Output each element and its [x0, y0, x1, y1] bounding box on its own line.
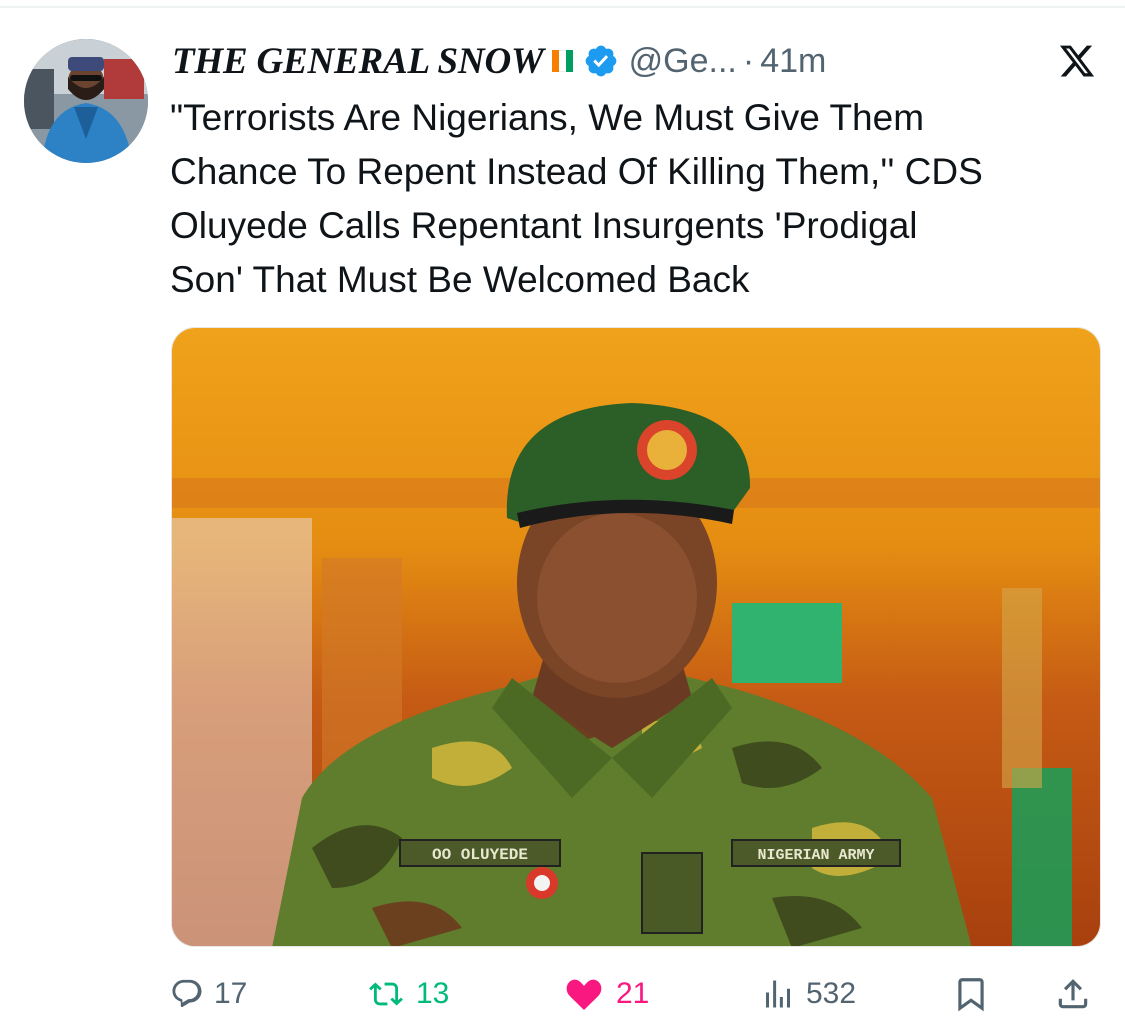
x-logo-icon[interactable]: [1056, 42, 1098, 80]
share-button[interactable]: [1054, 968, 1092, 1020]
repost-icon: [369, 982, 403, 1006]
verified-badge-icon: [585, 45, 617, 77]
ivory-coast-flag-icon: [551, 50, 573, 72]
separator-dot: ·: [742, 41, 755, 80]
action-bar: 17 13 21 532: [170, 968, 1100, 1020]
reply-count: 17: [214, 977, 248, 1010]
post-text: "Terrorists Are Nigerians, We Must Give …: [170, 97, 983, 300]
like-count: 21: [616, 977, 650, 1010]
repost-count: 13: [416, 977, 450, 1010]
bookmark-button[interactable]: [952, 968, 990, 1020]
bookmark-icon: [958, 978, 984, 1012]
views-icon: [766, 980, 790, 1008]
post-image[interactable]: OO OLUYEDE NIGERIAN ARMY: [171, 327, 1101, 947]
reply-button[interactable]: 17: [170, 968, 247, 1020]
post-timestamp[interactable]: 41m: [760, 42, 826, 81]
like-button[interactable]: 21: [562, 968, 649, 1020]
user-handle[interactable]: @Ge...: [629, 42, 737, 81]
post-header: THE GENERAL SNOW @Ge... · 41m: [172, 36, 826, 86]
share-icon: [1058, 979, 1088, 1009]
top-divider: [0, 6, 1125, 8]
name-tape: OO OLUYEDE: [432, 846, 528, 864]
branch-tape: NIGERIAN ARMY: [757, 847, 874, 864]
view-count: 532: [806, 977, 857, 1010]
display-name[interactable]: THE GENERAL SNOW: [172, 40, 544, 83]
repost-button[interactable]: 13: [366, 968, 449, 1020]
reply-icon: [172, 979, 202, 1008]
heart-icon: [566, 979, 602, 1010]
views-button[interactable]: 532: [760, 968, 856, 1020]
avatar[interactable]: [24, 39, 148, 163]
